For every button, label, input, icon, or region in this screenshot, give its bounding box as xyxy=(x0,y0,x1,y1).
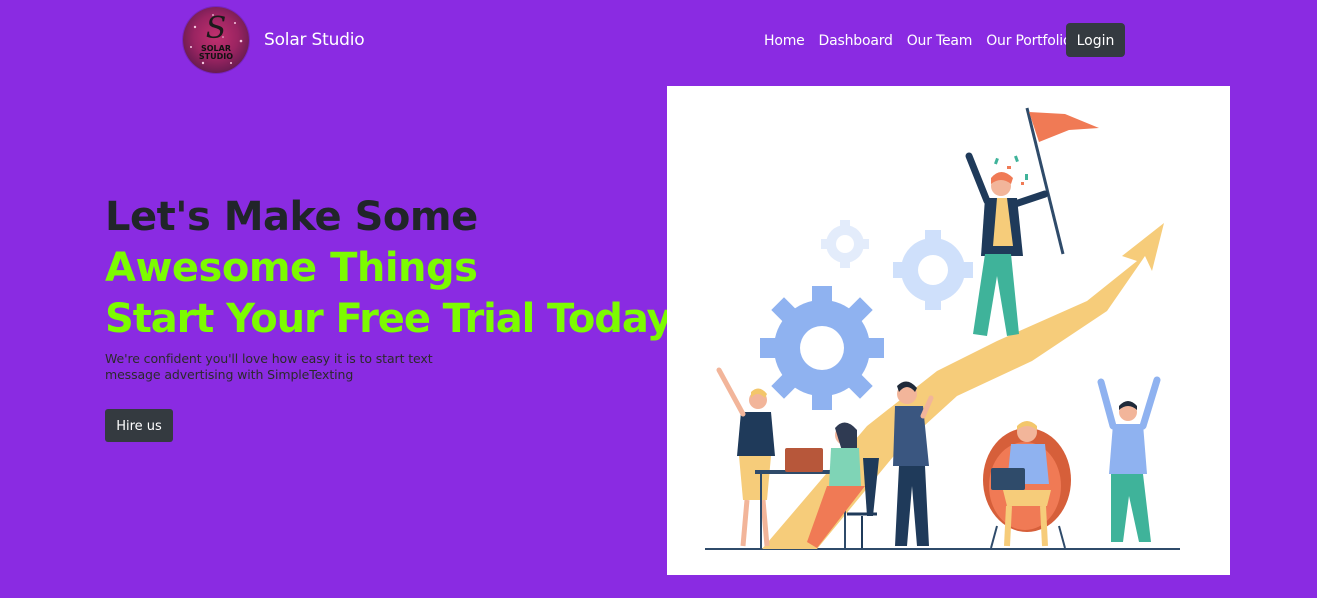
hero-illustration xyxy=(667,86,1230,575)
logo-text: SOLAR STUDIO xyxy=(198,44,234,61)
hero-heading-line3: Start Your Free Trial Today xyxy=(105,296,673,342)
navbar: S SOLAR STUDIO Solar Studio Home Dashboa… xyxy=(0,0,1317,82)
brand-logo[interactable]: S SOLAR STUDIO xyxy=(183,7,249,73)
laptop-icon xyxy=(785,448,823,472)
gear-small-icon xyxy=(821,220,869,268)
gear-medium-icon xyxy=(893,230,973,310)
hero-subtitle: We're confident you'll love how easy it … xyxy=(105,351,433,382)
gear-large-icon xyxy=(760,286,884,410)
flag-icon xyxy=(1029,112,1099,142)
login-button[interactable]: Login xyxy=(1066,23,1125,57)
hero-heading-line2: Awesome Things xyxy=(105,245,478,291)
nav-our-portfolio[interactable]: Our Portfolio xyxy=(986,33,1071,49)
team-success-illustration xyxy=(705,107,1180,550)
logo-monogram-icon: S xyxy=(205,11,227,46)
nav-home[interactable]: Home xyxy=(764,33,805,49)
hero-heading-line1: Let's Make Some xyxy=(105,194,478,240)
brand-name[interactable]: Solar Studio xyxy=(264,30,365,50)
laptop-icon xyxy=(991,468,1025,490)
hire-us-button[interactable]: Hire us xyxy=(105,409,173,442)
nav-dashboard[interactable]: Dashboard xyxy=(819,33,893,49)
nav-links: Home Dashboard Our Team Our Portfolio xyxy=(764,33,1072,49)
nav-our-team[interactable]: Our Team xyxy=(907,33,973,49)
